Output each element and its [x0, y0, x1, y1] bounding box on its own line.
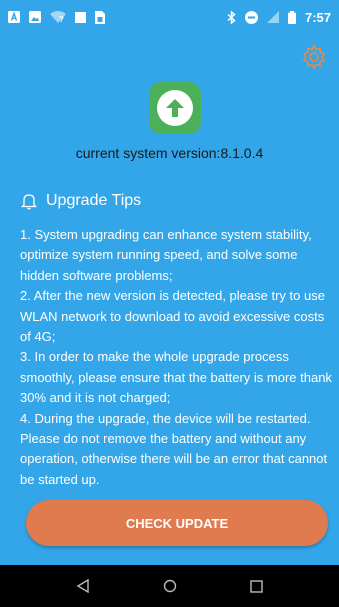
upgrade-arrow-icon	[157, 90, 193, 126]
image-icon	[29, 11, 41, 23]
tip-item: 4. During the upgrade, the device will b…	[20, 410, 328, 487]
notification-a-icon	[8, 11, 20, 23]
bluetooth-icon	[227, 10, 236, 24]
status-bar-right: 7:57	[227, 10, 331, 25]
upgrade-tips-list: 1. System upgrading can enhance system s…	[20, 225, 332, 490]
upgrade-app-icon	[149, 82, 201, 134]
sim-icon	[95, 10, 105, 24]
back-triangle-icon[interactable]	[76, 579, 90, 593]
wifi-question-icon: ?	[50, 11, 66, 23]
recents-square-icon[interactable]	[249, 579, 263, 593]
bell-icon	[20, 194, 38, 210]
svg-text:?: ?	[59, 15, 64, 23]
tip-item: 1. System upgrading can enhance system s…	[20, 227, 312, 283]
tip-item: 3. In order to make the whole upgrade pr…	[20, 349, 332, 406]
upgrade-tips-title: Upgrade Tips	[46, 192, 142, 209]
square-icon	[75, 11, 86, 23]
tip-item: 2. After the new version is detected, pl…	[20, 288, 325, 345]
gear-icon[interactable]	[301, 44, 327, 70]
upgrade-tips-header: Upgrade Tips	[20, 192, 141, 210]
system-version-text: current system version:8.1.0.4	[75, 145, 264, 161]
check-update-button[interactable]: CHECK UPDATE	[26, 500, 328, 546]
status-bar-left: ?	[8, 10, 105, 24]
do-not-disturb-icon	[244, 10, 258, 24]
home-circle-icon[interactable]	[163, 579, 177, 593]
status-time: 7:57	[304, 9, 331, 25]
battery-icon	[287, 10, 296, 24]
signal-icon	[266, 11, 279, 23]
navigation-bar	[0, 565, 339, 607]
status-bar: ? 7:57	[0, 0, 339, 34]
